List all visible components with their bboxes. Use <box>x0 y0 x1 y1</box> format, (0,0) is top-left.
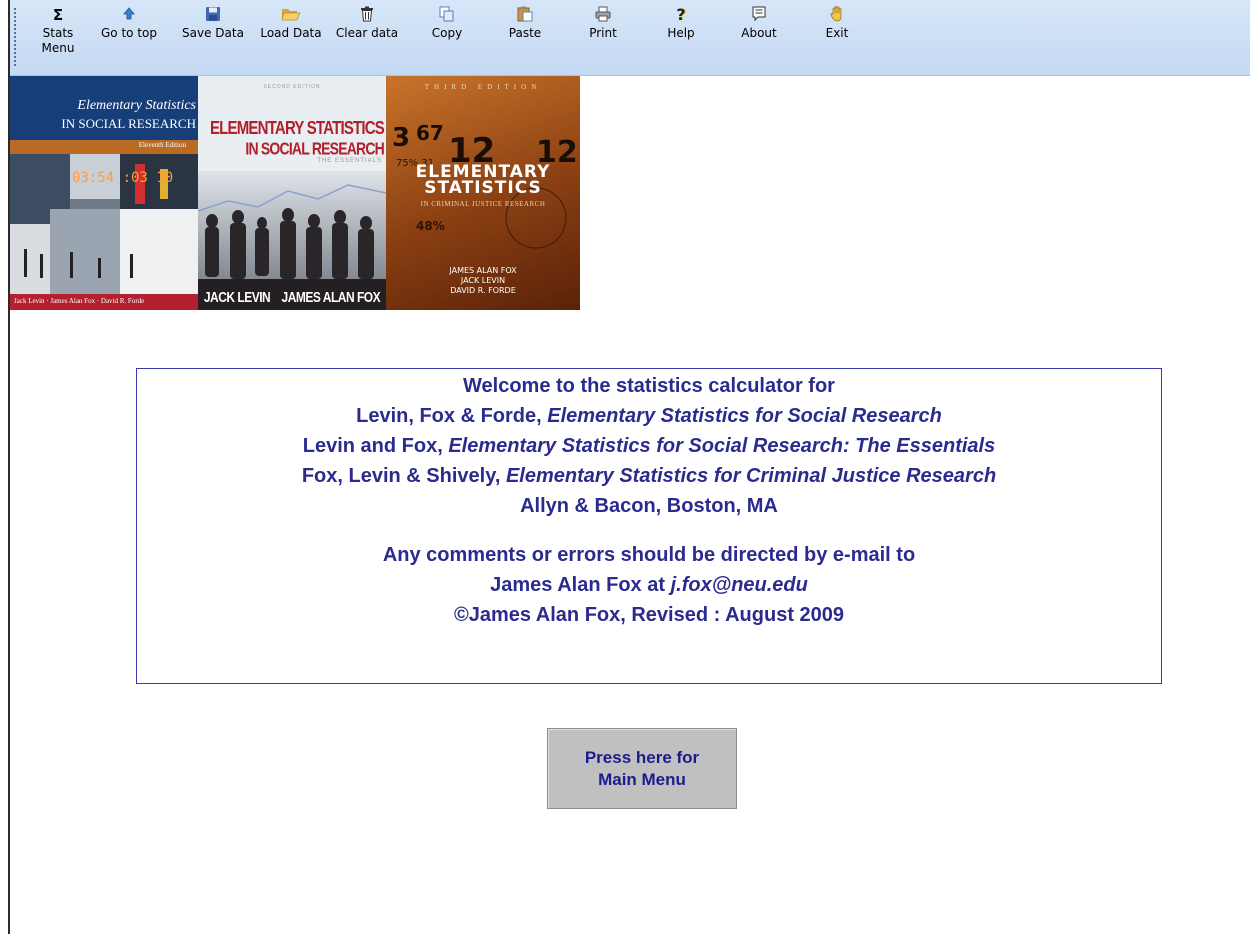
copy-button[interactable]: Copy <box>422 6 472 41</box>
cover2-authors: JACK LEVIN JAMES ALAN FOX <box>203 288 381 306</box>
paste-label: Paste <box>508 26 542 40</box>
book-title-1: Elementary Statistics for Social Researc… <box>547 405 942 427</box>
cover1-edition: Eleventh Edition <box>138 141 186 149</box>
cover3-authors: JAMES ALAN FOX JACK LEVIN DAVID R. FORDE <box>386 266 580 296</box>
main-menu-button[interactable]: Press here for Main Menu <box>547 728 737 809</box>
cover1-collage-image: 03:54 :03 10 <box>10 154 198 294</box>
book-cover-social-research-essentials: SECOND EDITION ELEMENTARY STATISTICS IN … <box>198 76 386 310</box>
book-credit-essentials: Levin and Fox, Elementary Statistics for… <box>137 431 1161 461</box>
paste-button[interactable]: Paste <box>500 6 550 41</box>
book-cover-criminal-justice-3rd: THIRD EDITION 3 67 12 12 75% 31 48% ELEM… <box>386 76 580 310</box>
cover1-title-line1: Elementary Statistics <box>77 98 196 113</box>
go-to-top-label: Go to top <box>101 26 157 40</box>
book-title-3: Elementary Statistics for Criminal Justi… <box>505 465 997 487</box>
exit-label: Exit <box>825 26 849 40</box>
print-label: Print <box>589 26 617 40</box>
stats-menu-button[interactable]: Σ Stats Menu <box>38 6 78 56</box>
cover3-edition: THIRD EDITION <box>424 83 542 91</box>
publisher-line: Allyn & Bacon, Boston, MA <box>520 495 778 517</box>
cover1-authors: Jack Levin · James Alan Fox · David R. F… <box>14 297 145 305</box>
up-arrow-icon <box>90 6 168 24</box>
copy-label: Copy <box>431 26 463 40</box>
toolbar-grip-handle[interactable] <box>14 8 16 68</box>
book-authors-3: Fox, Levin & Shively, <box>301 465 506 487</box>
folder-open-icon <box>256 6 326 24</box>
about-label: About <box>741 26 777 40</box>
sigma-icon: Σ <box>52 6 64 24</box>
contact-instructions: Any comments or errors should be directe… <box>382 544 916 566</box>
load-data-button[interactable]: Load Data <box>256 6 326 41</box>
clear-data-button[interactable]: Clear data <box>334 6 400 41</box>
cover3-author-1: JAMES ALAN FOX <box>449 266 517 275</box>
book-title-2: Elementary Statistics for Social Researc… <box>448 435 996 457</box>
svg-text:3: 3 <box>392 123 410 153</box>
about-button[interactable]: About <box>734 6 784 41</box>
welcome-panel: Welcome to the statistics calculator for… <box>136 368 1162 684</box>
book-cover-social-research-11th: Elementary Statistics IN SOCIAL RESEARCH… <box>10 76 198 310</box>
stats-menu-label-line2: Menu <box>41 41 75 55</box>
save-data-label: Save Data <box>182 26 244 40</box>
toolbar: Σ Stats Menu Go to top Save Data Load Da… <box>10 0 1250 76</box>
hand-icon <box>812 6 862 24</box>
book-credit-social-research: Levin, Fox & Forde, Elementary Statistic… <box>137 401 1161 431</box>
cover1-title-line2: IN SOCIAL RESEARCH <box>61 116 196 131</box>
cover2-title-line2: IN SOCIAL RESEARCH <box>245 138 384 158</box>
clear-data-label: Clear data <box>335 26 399 40</box>
book-authors-2: Levin and Fox, <box>302 435 449 457</box>
svg-text:03:54 :03 10: 03:54 :03 10 <box>72 170 173 186</box>
copyright-line: ©James Alan Fox, Revised : August 2009 <box>453 604 845 626</box>
floppy-icon <box>180 6 246 24</box>
paste-icon <box>500 6 550 24</box>
printer-icon <box>578 6 628 24</box>
main-menu-button-line1: Press here for <box>584 748 700 767</box>
help-label: Help <box>667 26 695 40</box>
book-credit-criminal-justice: Fox, Levin & Shively, Elementary Statist… <box>137 461 1161 491</box>
print-button[interactable]: Print <box>578 6 628 41</box>
trash-icon <box>334 6 400 24</box>
save-data-button[interactable]: Save Data <box>180 6 246 41</box>
cover3-author-2: JACK LEVIN <box>460 276 506 285</box>
main-menu-button-line2: Main Menu <box>598 770 686 789</box>
welcome-heading: Welcome to the statistics calculator for <box>463 375 835 397</box>
cover2-subtitle: THE ESSENTIALS <box>317 158 382 164</box>
contact-line: James Alan Fox at j.fox@neu.edu <box>137 570 1161 600</box>
go-to-top-button[interactable]: Go to top <box>90 6 168 41</box>
book-covers: Elementary Statistics IN SOCIAL RESEARCH… <box>10 76 580 310</box>
contact-prefix: James Alan Fox at <box>490 574 671 596</box>
cover2-title-line1: ELEMENTARY STATISTICS <box>209 117 385 140</box>
cover3-author-3: DAVID R. FORDE <box>450 286 516 295</box>
exit-button[interactable]: Exit <box>812 6 862 41</box>
svg-text:67: 67 <box>416 121 444 145</box>
cover3-subtitle: IN CRIMINAL JUSTICE RESEARCH <box>420 200 546 208</box>
svg-text:48%: 48% <box>416 219 445 233</box>
load-data-label: Load Data <box>260 26 322 40</box>
copy-icon <box>422 6 472 24</box>
cover3-title-line2: STATISTICS <box>424 178 542 198</box>
info-note-icon <box>734 6 784 24</box>
contact-email-link[interactable]: j.fox@neu.edu <box>671 574 808 596</box>
book-authors-1: Levin, Fox & Forde, <box>356 405 548 427</box>
stats-menu-label-line1: Stats <box>42 26 74 40</box>
cover2-edition: SECOND EDITION <box>263 84 321 90</box>
question-icon: ? <box>676 5 686 24</box>
help-button[interactable]: ? Help <box>656 6 706 41</box>
